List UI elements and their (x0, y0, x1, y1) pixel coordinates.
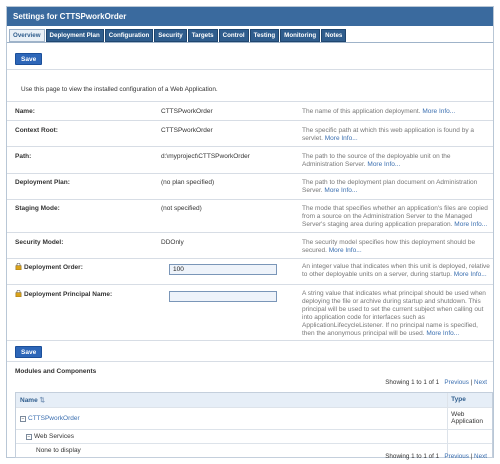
divider (7, 340, 493, 341)
previous-link[interactable]: Previous (444, 379, 469, 386)
modules-section-title: Modules and Components (15, 368, 97, 375)
more-info-link[interactable]: More Info... (324, 187, 357, 194)
staging-mode-label: Staging Mode: (15, 205, 60, 212)
divider (7, 284, 493, 285)
empty-message: None to display (16, 444, 449, 457)
collapse-icon[interactable]: − (20, 416, 26, 422)
security-model-label: Security Model: (15, 239, 64, 246)
pager-bottom: Showing 1 to 1 of 1 Previous | Next (385, 453, 487, 460)
tab-notes[interactable]: Notes (321, 29, 347, 42)
path-description: The path to the source of the deployable… (302, 153, 451, 168)
save-button-top[interactable]: Save (15, 53, 43, 65)
context-root-label: Context Root: (15, 127, 58, 134)
divider (7, 69, 493, 70)
divider (7, 232, 493, 233)
modules-table: Name ⇅ Type − CTTSPworkOrder Web Applicat… (15, 392, 493, 458)
table-row: − CTTSPworkOrder Web Application (16, 408, 492, 430)
tab-deployment-plan[interactable]: Deployment Plan (45, 29, 104, 42)
security-model-description: The security model specifies how this de… (302, 239, 476, 254)
table-row: − Web Services (16, 430, 492, 444)
type-column-header: Type (451, 396, 466, 403)
more-info-link[interactable]: More Info... (426, 330, 459, 337)
next-link[interactable]: Next (474, 453, 487, 460)
module-link[interactable]: CTTSPworkOrder (28, 415, 80, 422)
name-value: CTTSPworkOrder (161, 108, 213, 115)
collapse-icon[interactable]: − (26, 434, 32, 440)
tab-monitoring[interactable]: Monitoring (280, 29, 321, 42)
more-info-link[interactable]: More Info... (367, 161, 400, 168)
tab-testing[interactable]: Testing (249, 29, 280, 42)
more-info-link[interactable]: More Info... (422, 108, 455, 115)
table-header: Name ⇅ Type (16, 393, 492, 408)
more-info-link[interactable]: More Info... (325, 135, 358, 142)
more-info-link[interactable]: More Info... (454, 271, 487, 278)
lock-icon (15, 262, 22, 271)
deployment-principal-label: Deployment Principal Name: (15, 289, 112, 298)
tab-configuration[interactable]: Configuration (104, 29, 154, 42)
security-model-value: DDOnly (161, 239, 184, 246)
tab-security[interactable]: Security (154, 29, 187, 42)
divider (7, 146, 493, 147)
divider (7, 120, 493, 121)
staging-mode-value: (not specified) (161, 205, 202, 212)
divider (7, 199, 493, 200)
deployment-order-description: An integer value that indicates when thi… (302, 263, 490, 278)
name-column-header[interactable]: Name ⇅ (16, 393, 449, 407)
tab-overview[interactable]: Overview (9, 29, 45, 42)
divider (7, 173, 493, 174)
deployment-plan-description: The path to the deployment plan document… (302, 179, 478, 194)
name-label: Name: (15, 108, 35, 115)
previous-link[interactable]: Previous (444, 453, 469, 460)
name-description: The name of this application deployment.… (302, 108, 456, 115)
tab-control[interactable]: Control (218, 29, 249, 42)
more-info-link[interactable]: More Info... (454, 221, 487, 228)
divider (7, 101, 493, 102)
path-label: Path: (15, 153, 32, 160)
web-services-label: Web Services (34, 433, 74, 440)
deployment-principal-input[interactable] (169, 291, 277, 302)
settings-panel: Settings for CTTSPworkOrder Overview Dep… (6, 6, 494, 460)
tab-targets[interactable]: Targets (187, 29, 218, 42)
context-root-description: The specific path at which this web appl… (302, 127, 474, 142)
deployment-plan-label: Deployment Plan: (15, 179, 70, 186)
next-link[interactable]: Next (474, 379, 487, 386)
sort-icon[interactable]: ⇅ (40, 397, 45, 404)
tab-divider (7, 42, 493, 43)
deployment-order-label: Deployment Order: (15, 262, 83, 271)
context-root-value: CTTSPworkOrder (161, 127, 213, 134)
divider (7, 258, 493, 259)
module-type: Web Application (451, 411, 483, 425)
deployment-principal-description: A string value that indicates what princ… (302, 290, 486, 337)
deployment-order-input[interactable]: 100 (169, 264, 277, 275)
panel-title: Settings for CTTSPworkOrder (7, 7, 493, 26)
lock-icon (15, 289, 22, 298)
pager-top: Showing 1 to 1 of 1 Previous | Next (385, 379, 487, 386)
more-info-link[interactable]: More Info... (329, 247, 362, 254)
save-button-bottom[interactable]: Save (15, 346, 43, 358)
intro-text: Use this page to view the installed conf… (21, 86, 218, 93)
deployment-plan-value: (no plan specified) (161, 179, 215, 186)
divider (7, 361, 493, 362)
path-value: d:\myproject\CTTSPworkOrder (161, 153, 250, 160)
tab-bar: Overview Deployment Plan Configuration S… (9, 29, 347, 42)
staging-mode-description: The mode that specifies whether an appli… (302, 205, 488, 228)
